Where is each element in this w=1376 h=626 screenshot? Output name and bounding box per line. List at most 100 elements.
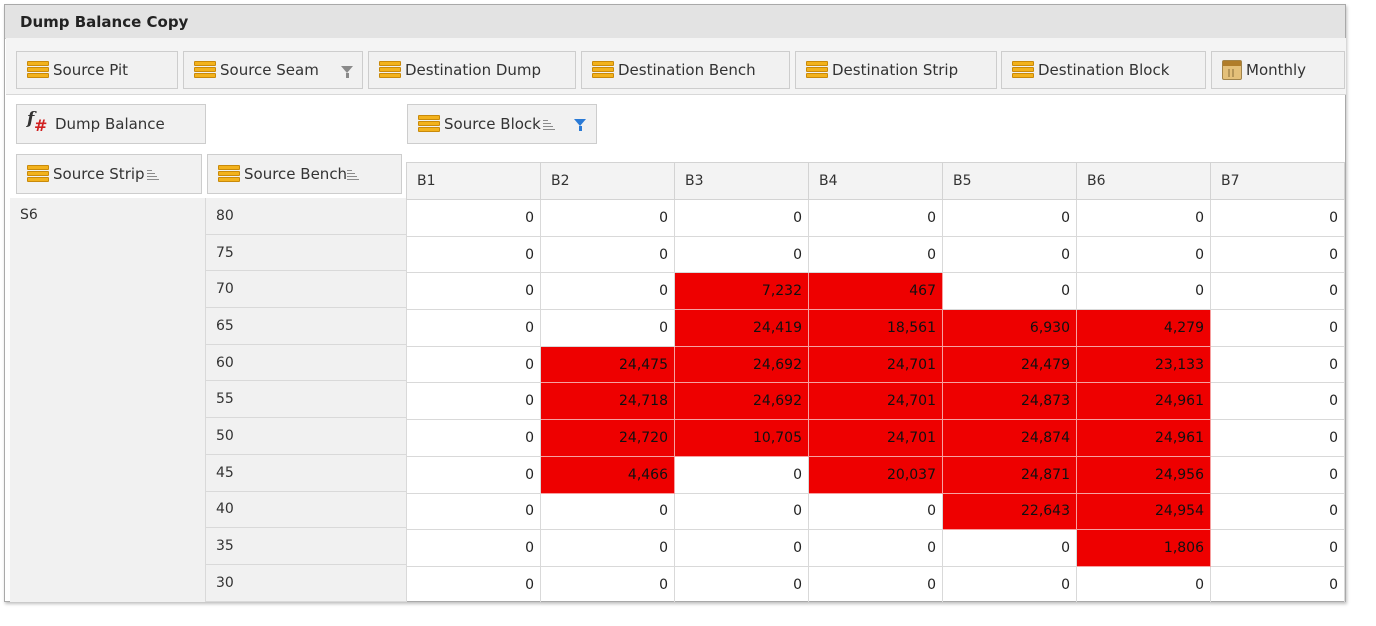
data-cell[interactable]: 0	[1210, 382, 1345, 421]
data-cell[interactable]: 467	[808, 272, 943, 311]
data-cell[interactable]: 0	[406, 272, 541, 311]
data-cell[interactable]: 0	[808, 235, 943, 274]
data-cell[interactable]: 0	[540, 272, 675, 311]
field-source-bench[interactable]: Source Bench	[207, 154, 402, 194]
data-cell[interactable]: 0	[540, 199, 675, 237]
data-cell[interactable]: 0	[1076, 565, 1211, 602]
data-cell[interactable]: 0	[406, 345, 541, 384]
data-cell[interactable]: 10,705	[674, 419, 809, 457]
data-cell[interactable]: 0	[1210, 492, 1345, 531]
column-header[interactable]: B2	[540, 162, 675, 200]
data-cell[interactable]: 0	[1210, 345, 1345, 384]
data-cell[interactable]: 24,701	[808, 345, 943, 384]
field-destination-bench[interactable]: Destination Bench	[581, 51, 790, 89]
data-cell[interactable]: 4,279	[1076, 309, 1211, 347]
data-cell[interactable]: 24,873	[942, 382, 1077, 421]
field-source-strip[interactable]: Source Strip	[16, 154, 202, 194]
data-cell[interactable]: 0	[540, 309, 675, 347]
data-cell[interactable]: 20,037	[808, 455, 943, 494]
data-cell[interactable]: 0	[1210, 199, 1345, 237]
data-cell[interactable]: 0	[674, 492, 809, 531]
column-header[interactable]: B3	[674, 162, 809, 200]
data-cell[interactable]: 0	[1210, 419, 1345, 457]
data-cell[interactable]: 24,956	[1076, 455, 1211, 494]
column-header[interactable]: B4	[808, 162, 943, 200]
data-cell[interactable]: 0	[406, 235, 541, 274]
data-cell[interactable]: 0	[808, 565, 943, 602]
column-header[interactable]: B1	[406, 162, 541, 200]
data-cell[interactable]: 0	[942, 529, 1077, 567]
data-cell[interactable]: 0	[1076, 272, 1211, 311]
data-cell[interactable]: 22,643	[942, 492, 1077, 531]
data-cell[interactable]: 0	[942, 199, 1077, 237]
data-cell[interactable]: 0	[406, 455, 541, 494]
data-cell[interactable]: 0	[1076, 235, 1211, 274]
sort-icon[interactable]	[147, 170, 159, 180]
data-cell[interactable]: 0	[406, 419, 541, 457]
data-cell[interactable]: 6,930	[942, 309, 1077, 347]
filter-active-icon[interactable]	[574, 119, 586, 131]
data-cell[interactable]: 0	[674, 529, 809, 567]
data-cell[interactable]: 0	[942, 565, 1077, 602]
data-cell[interactable]: 0	[1076, 199, 1211, 237]
filter-icon[interactable]	[341, 66, 353, 78]
data-cell[interactable]: 0	[674, 199, 809, 237]
data-cell[interactable]: 0	[808, 492, 943, 531]
sort-icon[interactable]	[543, 120, 555, 130]
data-cell[interactable]: 4,466	[540, 455, 675, 494]
column-header[interactable]: B6	[1076, 162, 1211, 200]
data-cell[interactable]: 0	[674, 565, 809, 602]
data-cell[interactable]: 23,133	[1076, 345, 1211, 384]
data-cell[interactable]: 24,961	[1076, 382, 1211, 421]
data-cell[interactable]: 0	[406, 492, 541, 531]
data-cell[interactable]: 0	[1210, 272, 1345, 311]
data-cell[interactable]: 7,232	[674, 272, 809, 311]
data-cell[interactable]: 0	[1210, 235, 1345, 274]
data-cell[interactable]: 24,419	[674, 309, 809, 347]
data-cell[interactable]: 0	[540, 492, 675, 531]
data-cell[interactable]: 0	[942, 272, 1077, 311]
data-cell[interactable]: 0	[540, 565, 675, 602]
data-cell[interactable]: 0	[674, 455, 809, 494]
data-cell[interactable]: 18,561	[808, 309, 943, 347]
data-cell[interactable]: 0	[540, 235, 675, 274]
data-cell[interactable]: 0	[406, 309, 541, 347]
data-cell[interactable]: 1,806	[1076, 529, 1211, 567]
field-destination-block[interactable]: Destination Block	[1001, 51, 1206, 89]
data-cell[interactable]: 24,871	[942, 455, 1077, 494]
column-header[interactable]: B5	[942, 162, 1077, 200]
field-source-pit[interactable]: Source Pit	[16, 51, 178, 89]
data-cell[interactable]: 24,701	[808, 382, 943, 421]
data-cell[interactable]: 0	[1210, 529, 1345, 567]
data-cell[interactable]: 24,961	[1076, 419, 1211, 457]
data-cell[interactable]: 0	[406, 382, 541, 421]
data-cell[interactable]: 0	[808, 199, 943, 237]
data-cell[interactable]: 0	[674, 235, 809, 274]
data-cell[interactable]: 0	[406, 199, 541, 237]
data-cell[interactable]: 0	[1210, 309, 1345, 347]
field-destination-strip[interactable]: Destination Strip	[795, 51, 997, 89]
data-cell[interactable]: 0	[540, 529, 675, 567]
column-header[interactable]: B7	[1210, 162, 1345, 200]
field-source-seam[interactable]: Source Seam	[183, 51, 363, 89]
data-cell[interactable]: 24,479	[942, 345, 1077, 384]
data-cell[interactable]: 0	[1210, 565, 1345, 602]
field-destination-dump[interactable]: Destination Dump	[368, 51, 576, 89]
data-cell[interactable]: 24,701	[808, 419, 943, 457]
data-cell[interactable]: 24,692	[674, 382, 809, 421]
field-source-block[interactable]: Source Block	[407, 104, 597, 144]
field-monthly[interactable]: Monthly	[1211, 51, 1345, 89]
data-cell[interactable]: 24,475	[540, 345, 675, 384]
data-cell[interactable]: 24,720	[540, 419, 675, 457]
data-cell[interactable]: 0	[808, 529, 943, 567]
data-cell[interactable]: 24,954	[1076, 492, 1211, 531]
data-cell[interactable]: 24,692	[674, 345, 809, 384]
data-cell[interactable]: 24,718	[540, 382, 675, 421]
data-cell[interactable]: 0	[1210, 455, 1345, 494]
data-cell[interactable]: 0	[406, 565, 541, 602]
data-cell[interactable]: 0	[406, 529, 541, 567]
field-dump-balance[interactable]: f # Dump Balance	[16, 104, 206, 144]
data-cell[interactable]: 24,874	[942, 419, 1077, 457]
data-cell[interactable]: 0	[942, 235, 1077, 274]
sort-icon[interactable]	[347, 170, 359, 180]
